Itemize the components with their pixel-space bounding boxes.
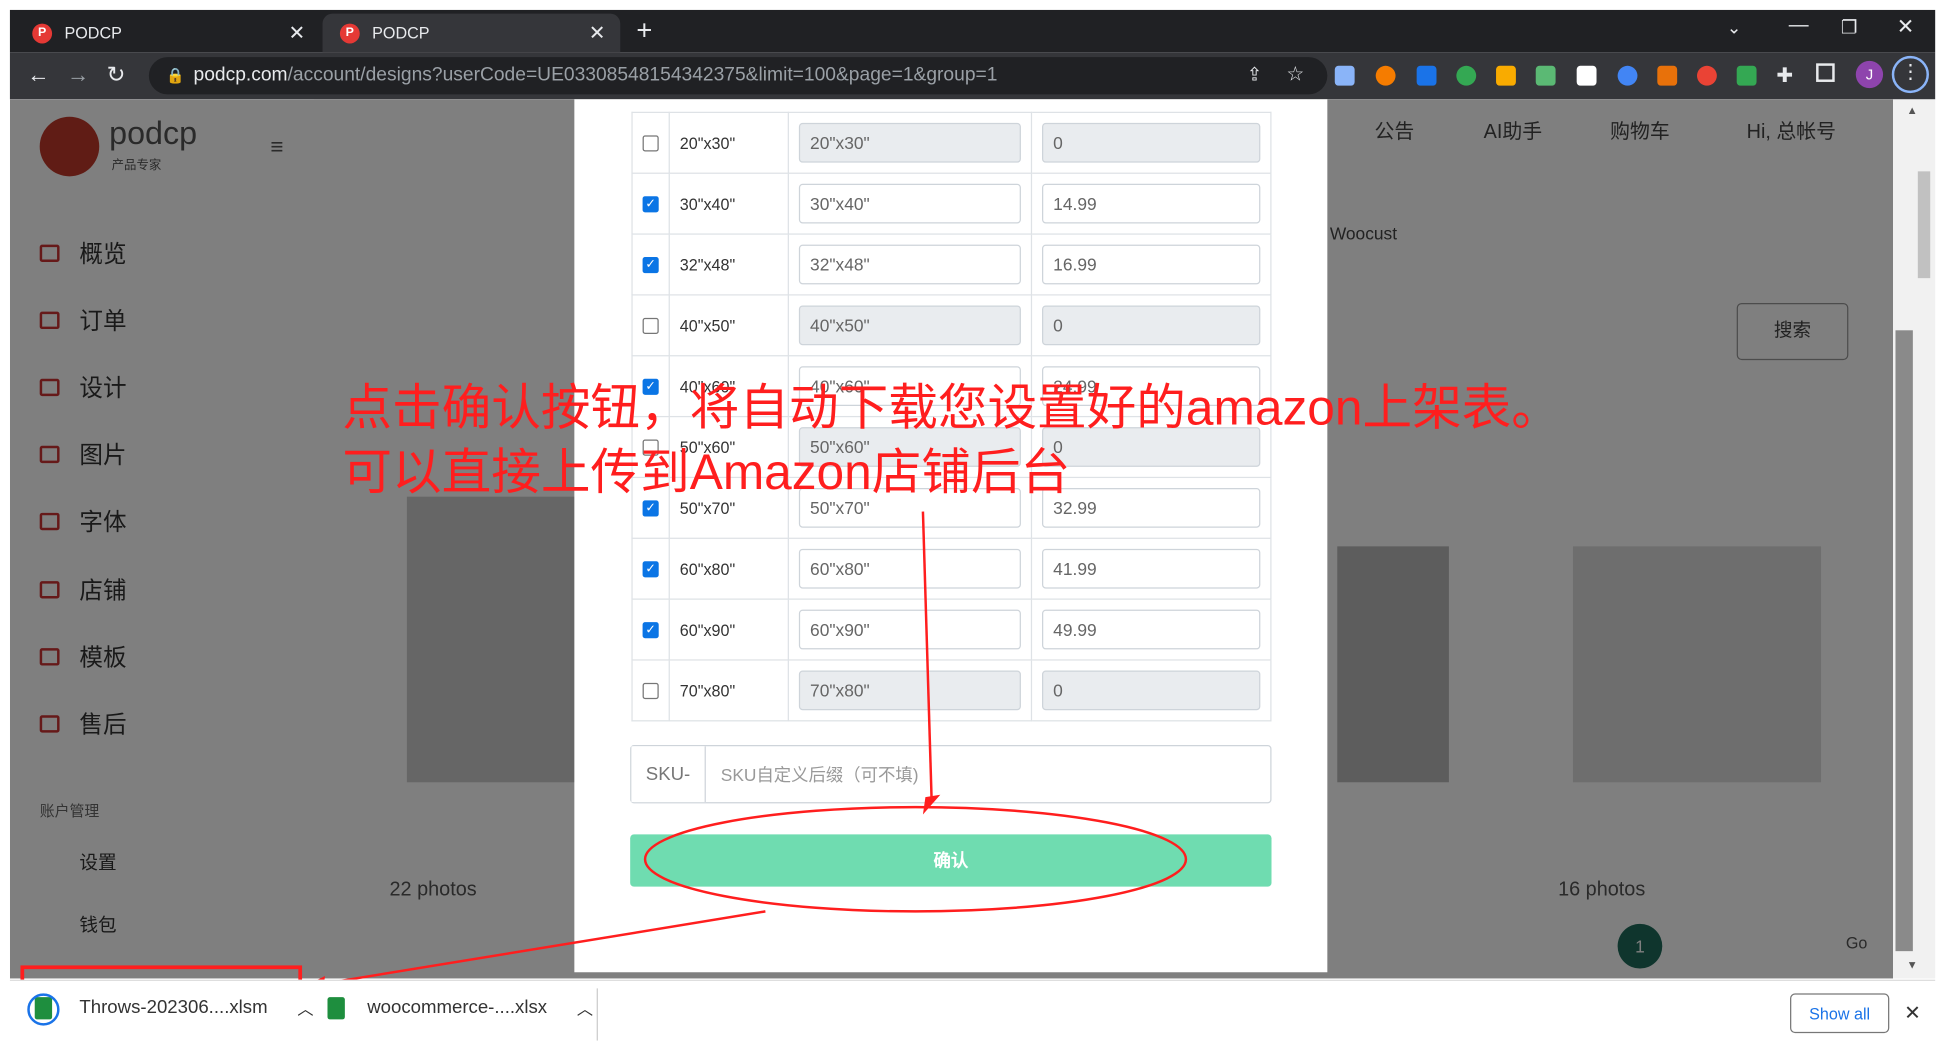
download-filename: woocommerce-....xlsx bbox=[367, 997, 548, 1019]
chevron-up-icon[interactable]: ︿ bbox=[577, 996, 593, 1020]
excel-file-icon bbox=[327, 996, 345, 1019]
download-item-woocommerce[interactable]: woocommerce-....xlsx ︿ bbox=[327, 996, 593, 1020]
annotation-line-2: 可以直接上传到Amazon店铺后台 bbox=[342, 445, 1071, 501]
arrow-to-download bbox=[317, 910, 766, 986]
download-divider bbox=[596, 988, 598, 1041]
download-item-throws[interactable]: Throws-202306....xlsm ︿ bbox=[27, 993, 314, 1026]
arrow-to-confirm bbox=[921, 511, 933, 800]
download-filename: Throws-202306....xlsm bbox=[79, 997, 268, 1019]
annotation-line-1: 点击确认按钮，将自动下载您设置好的amazon上架表。 bbox=[342, 381, 1561, 436]
download-bar: Throws-202306....xlsm ︿ woocommerce-....… bbox=[9, 979, 1936, 1050]
arrow-to-confirm-head bbox=[922, 794, 941, 815]
show-all-downloads-button[interactable]: Show all bbox=[1790, 993, 1890, 1034]
confirm-highlight-ellipse bbox=[643, 805, 1188, 913]
close-download-bar-icon[interactable]: ✕ bbox=[1904, 1001, 1921, 1026]
annotation-graphics bbox=[20, 511, 1188, 1047]
chevron-up-icon[interactable]: ︿ bbox=[297, 996, 313, 1020]
download-complete-ring-icon bbox=[27, 993, 60, 1026]
